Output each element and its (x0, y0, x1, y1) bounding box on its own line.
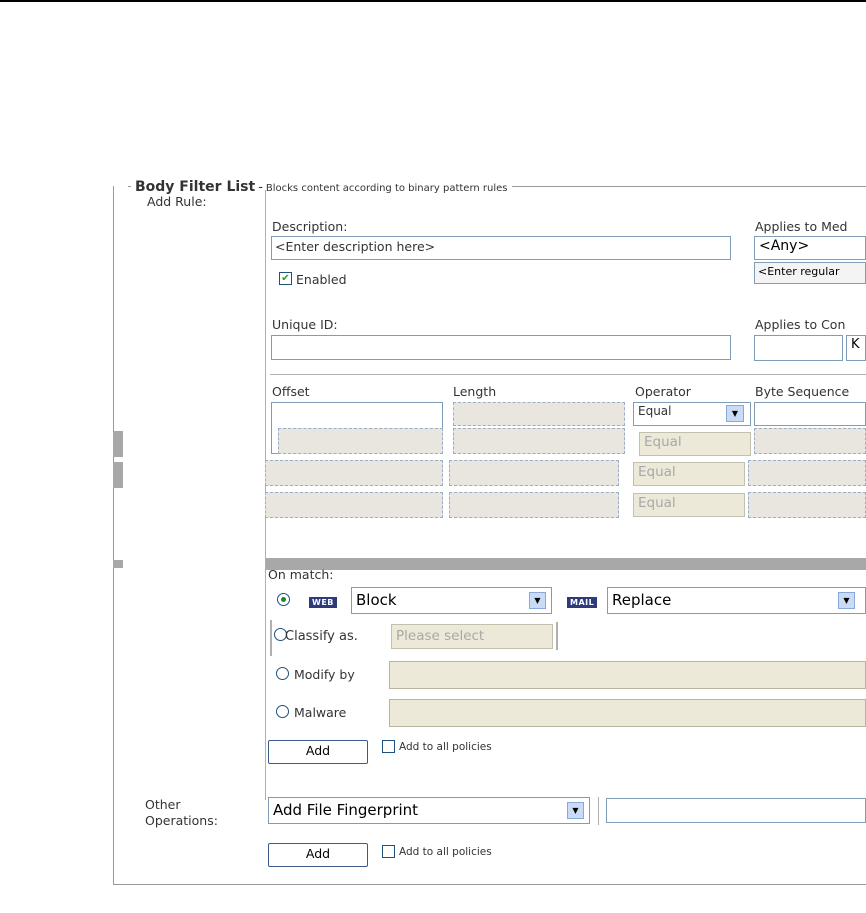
other-add-all-policies-checkbox[interactable] (382, 845, 395, 858)
malware-radio[interactable] (276, 705, 289, 718)
classify-select[interactable]: Please select (391, 624, 553, 649)
legend-separator: - (258, 180, 263, 195)
other-add-button[interactable]: Add (268, 843, 368, 867)
on-match-bar (266, 558, 866, 570)
chevron-down-icon: ▼ (838, 592, 855, 609)
byte-sequence-input[interactable] (748, 460, 866, 486)
offset-header: Offset (272, 384, 310, 399)
description-label: Description: (272, 219, 348, 234)
enabled-label: Enabled (296, 272, 347, 287)
add-all-policies-checkbox[interactable] (382, 740, 395, 753)
modify-input[interactable] (389, 661, 866, 689)
enabled-checkbox[interactable]: ✔ (279, 272, 292, 285)
fieldset-border-bottom (113, 884, 866, 885)
section-divider (270, 374, 866, 375)
fieldset-legend: Body Filter List - Blocks content accordin… (131, 176, 512, 195)
classify-group-border (556, 622, 558, 650)
media-select[interactable]: <Any> (754, 236, 866, 260)
fieldset-border-left (113, 186, 114, 884)
regex-input[interactable]: <Enter regular (754, 262, 866, 284)
content-size-input[interactable] (754, 335, 843, 361)
on-match-radio[interactable] (277, 593, 290, 606)
malware-label: Malware (294, 705, 347, 720)
length-input[interactable] (449, 460, 619, 486)
description-input[interactable]: <Enter description here> (271, 236, 731, 260)
top-border (0, 0, 866, 2)
add-rule-label: Add Rule: (147, 194, 207, 209)
byte-sequence-input[interactable] (754, 428, 866, 454)
legend-subtitle: Blocks content according to binary patte… (265, 183, 508, 194)
mail-badge: MAIL (567, 597, 598, 608)
artifact-gap (123, 428, 265, 858)
offset-input[interactable] (265, 492, 443, 518)
artifact-band (113, 560, 123, 568)
classify-group-border (270, 620, 272, 656)
other-operations-line2: Operations: (145, 813, 218, 828)
operator-select-arrow: ▼ (726, 405, 744, 422)
other-add-all-policies-label: Add to all policies (399, 846, 492, 858)
other-operations-label: Other Operations: (145, 797, 218, 829)
operator-select[interactable]: Equal (639, 432, 751, 456)
mail-action-select[interactable]: Replace (607, 587, 866, 614)
artifact-band (113, 431, 123, 457)
byte-sequence-header: Byte Sequence (755, 384, 850, 399)
length-header: Length (453, 384, 497, 399)
length-input[interactable] (453, 402, 625, 426)
web-badge: WEB (309, 597, 337, 608)
modify-label: Modify by (294, 667, 355, 682)
length-input[interactable] (449, 492, 619, 518)
legend-title: Body Filter List (135, 179, 256, 195)
malware-input[interactable] (389, 699, 866, 727)
web-action-select[interactable]: Block (351, 587, 552, 614)
content-unit-select[interactable]: K (846, 335, 866, 361)
byte-sequence-input[interactable] (754, 402, 866, 426)
add-button[interactable]: Add (268, 740, 368, 764)
offset-input[interactable] (278, 428, 443, 454)
offset-input[interactable] (265, 460, 443, 486)
fingerprint-input[interactable] (606, 798, 866, 823)
applies-content-label: Applies to Con (755, 317, 846, 332)
unique-id-label: Unique ID: (272, 317, 338, 332)
unique-id-input[interactable] (271, 335, 731, 360)
modify-radio[interactable] (276, 667, 289, 680)
operator-select[interactable]: Equal (633, 493, 745, 517)
classify-label: Classify as. (285, 629, 358, 644)
on-match-label: On match: (268, 567, 334, 582)
applies-media-label: Applies to Med (755, 219, 848, 234)
other-operations-line1: Other (145, 797, 181, 812)
other-operations-select[interactable]: Add File Fingerprint (268, 797, 590, 824)
operator-select[interactable]: Equal (633, 462, 745, 486)
input-divider (598, 797, 599, 825)
artifact-band (113, 462, 123, 488)
length-input[interactable] (453, 428, 625, 454)
byte-sequence-input[interactable] (748, 492, 866, 518)
operator-header: Operator (635, 384, 691, 399)
add-all-policies-label: Add to all policies (399, 741, 492, 753)
chevron-down-icon: ▼ (567, 802, 584, 819)
chevron-down-icon: ▼ (529, 592, 546, 609)
